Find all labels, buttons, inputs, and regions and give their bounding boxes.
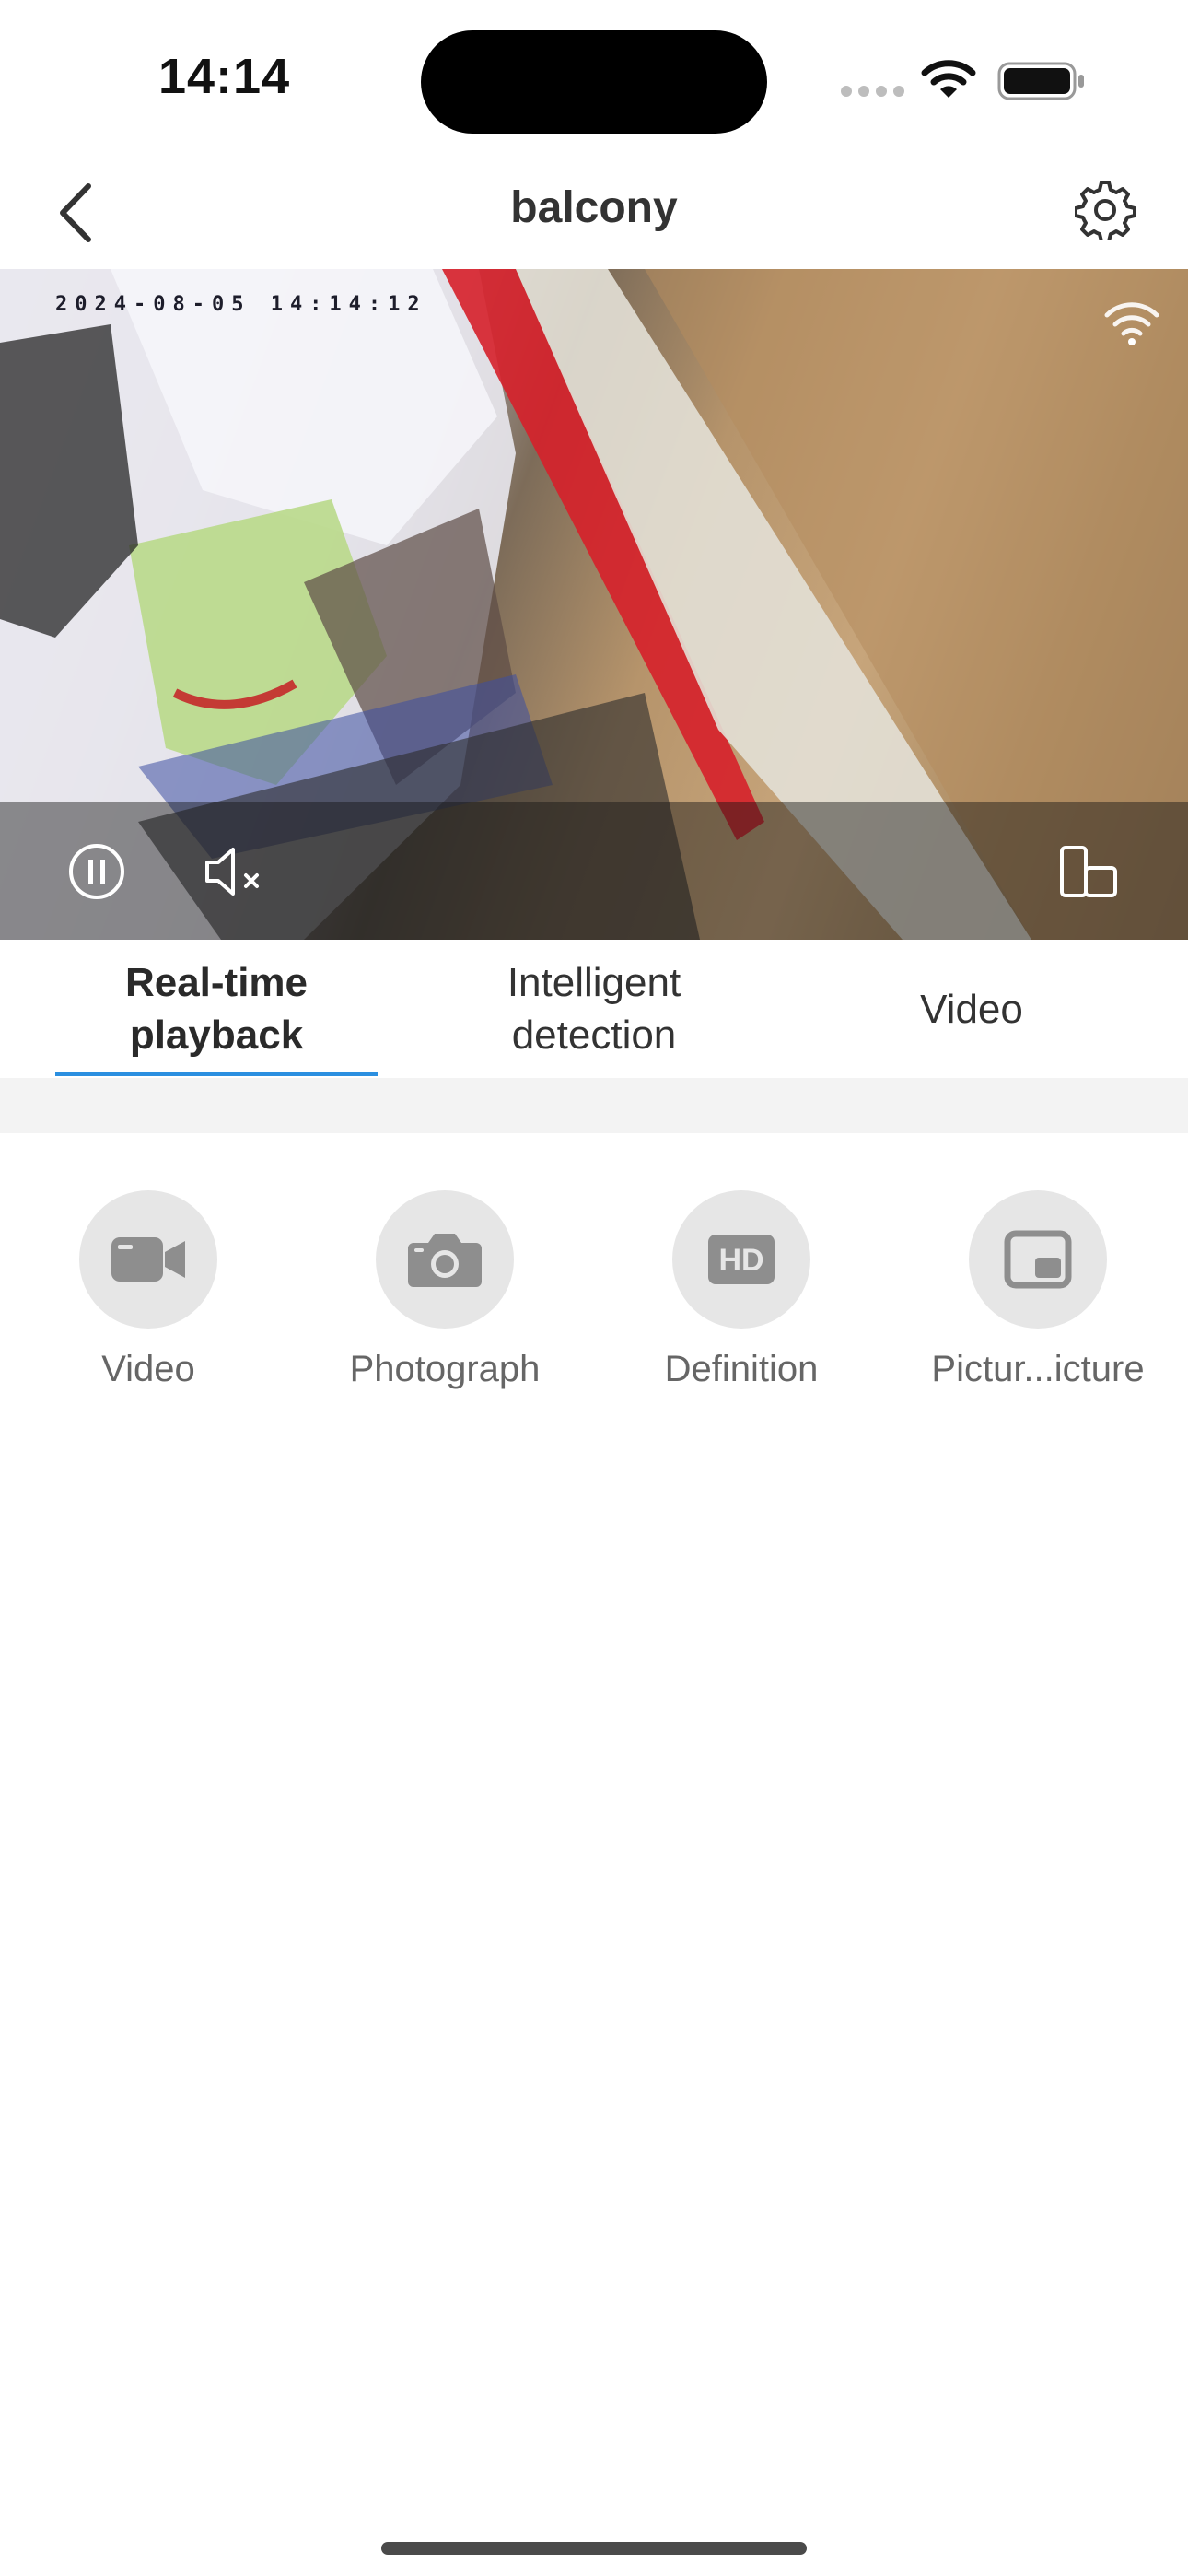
gear-icon xyxy=(1075,181,1136,240)
record-video-button[interactable]: Video xyxy=(0,1190,297,1390)
tab-bar: Real-time playback Intelligent detection… xyxy=(0,940,1188,1078)
pause-button[interactable] xyxy=(62,837,132,907)
settings-button[interactable] xyxy=(1068,173,1142,247)
function-icon-circle: HD xyxy=(672,1190,810,1329)
page-title: balcony xyxy=(510,183,678,232)
video-camera-icon xyxy=(111,1237,185,1282)
definition-button[interactable]: HD Definition xyxy=(593,1190,890,1390)
cellular-signal-icon xyxy=(841,86,904,97)
pause-icon xyxy=(69,844,124,899)
function-label: Video xyxy=(101,1349,195,1389)
battery-icon xyxy=(997,61,1086,106)
function-icon-circle xyxy=(969,1190,1107,1329)
function-icon-circle xyxy=(79,1190,217,1329)
live-video-feed[interactable]: 2024-08-05 14:14:12 xyxy=(0,269,1188,940)
function-label: Photograph xyxy=(349,1349,541,1389)
function-label: Definition xyxy=(664,1349,819,1389)
picture-in-picture-button[interactable]: Pictur...icture xyxy=(890,1190,1186,1390)
tab-intelligent-detection[interactable]: Intelligent detection xyxy=(433,940,755,1078)
video-controls xyxy=(0,802,1188,940)
section-divider xyxy=(0,1078,1188,1133)
picture-in-picture-icon xyxy=(1004,1230,1072,1289)
status-time: 14:14 xyxy=(158,49,291,104)
function-icon-circle xyxy=(376,1190,514,1329)
svg-text:HD: HD xyxy=(718,1243,763,1278)
status-bar: 14:14 xyxy=(0,0,1188,157)
active-tab-indicator xyxy=(55,1072,378,1076)
tab-label: Video xyxy=(920,986,1023,1032)
speaker-muted-icon xyxy=(205,848,259,896)
take-photo-button[interactable]: Photograph xyxy=(297,1190,593,1390)
rotate-screen-button[interactable] xyxy=(1054,837,1124,907)
signal-strength-icon xyxy=(1103,299,1160,351)
mute-button[interactable] xyxy=(199,837,269,907)
navigation-bar: balcony xyxy=(0,157,1188,269)
camera-icon xyxy=(408,1234,482,1287)
home-indicator xyxy=(381,2542,807,2555)
function-label: Pictur...icture xyxy=(931,1349,1145,1389)
tab-label: Intelligent detection xyxy=(507,960,681,1058)
tab-video[interactable]: Video xyxy=(810,940,1133,1078)
fullscreen-rotate-icon xyxy=(1060,846,1117,897)
function-grid: Video Photograph HD Definition Pictur...… xyxy=(0,1190,1188,1430)
tab-label: Real-time playback xyxy=(124,960,309,1058)
dynamic-island xyxy=(421,30,767,134)
hd-icon: HD xyxy=(708,1235,775,1284)
camera-screen: 14:14 balcony 2024-08-05 14:14:12 Real-t… xyxy=(0,0,1188,2576)
tab-real-time-playback[interactable]: Real-time playback xyxy=(55,940,378,1078)
wifi-status-icon xyxy=(921,59,976,104)
video-timestamp: 2024-08-05 14:14:12 xyxy=(55,293,427,316)
